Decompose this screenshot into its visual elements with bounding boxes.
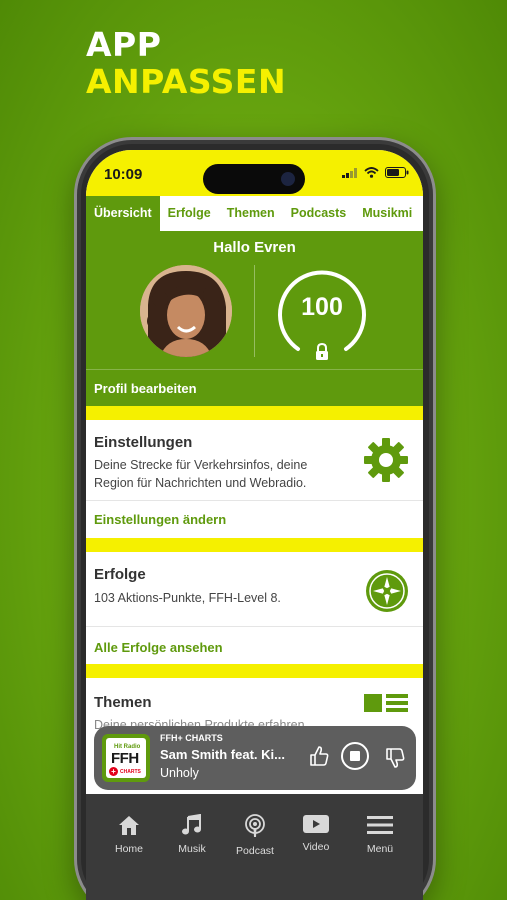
- headline-line-2: ANPASSEN: [86, 62, 287, 101]
- section-separator: [86, 406, 423, 420]
- promo-headline: APP ANPASSEN: [86, 26, 286, 100]
- einstellungen-link[interactable]: Einstellungen ändern: [94, 512, 226, 527]
- camera-icon: [281, 172, 295, 186]
- compass-star-icon: [366, 570, 408, 612]
- nav-label-podcast: Podcast: [236, 845, 274, 857]
- battery-icon: [385, 167, 409, 178]
- nav-label-menu: Menü: [366, 843, 394, 855]
- nav-podcast[interactable]: Podcast: [225, 814, 285, 857]
- phone-screen: 10:09 Übersicht Erfolge Themen Podcasts …: [86, 150, 423, 900]
- top-tab-bar: Übersicht Erfolge Themen Podcasts Musikm…: [86, 196, 423, 231]
- headline-line-1: APP: [86, 25, 162, 64]
- nav-label-video: Video: [302, 841, 330, 853]
- tab-musikmix[interactable]: Musikmi: [354, 196, 420, 231]
- card-divider: [86, 626, 423, 627]
- card-divider: [86, 500, 423, 501]
- thumbs-down-icon[interactable]: [384, 747, 406, 769]
- station-logo: Hit Radio FFH + CHARTS: [102, 734, 150, 782]
- section-separator: [86, 664, 423, 678]
- nav-musik[interactable]: Musik: [162, 813, 222, 855]
- card-title: Einstellungen: [94, 434, 193, 451]
- section-separator: [86, 538, 423, 552]
- tab-podcasts[interactable]: Podcasts: [283, 196, 355, 231]
- nav-video[interactable]: Video: [286, 814, 346, 853]
- menu-icon: [367, 816, 393, 834]
- tab-themen[interactable]: Themen: [219, 196, 283, 231]
- card-einstellungen[interactable]: Einstellungen Deine Strecke für Verkehrs…: [86, 420, 423, 538]
- plus-icon: +: [109, 767, 118, 776]
- profile-divider: [254, 265, 255, 357]
- profile-edit-row[interactable]: Profil bearbeiten: [86, 369, 423, 406]
- card-erfolge[interactable]: Erfolge 103 Aktions-Punkte, FFH-Level 8.…: [86, 552, 423, 664]
- signal-icon: [342, 167, 357, 178]
- nav-menu[interactable]: Menü: [350, 814, 410, 855]
- music-note-icon: [182, 813, 201, 835]
- thumbs-up-icon[interactable]: [308, 745, 330, 767]
- status-bar: 10:09: [86, 150, 423, 196]
- nav-label-musik: Musik: [178, 843, 206, 855]
- card-description: 103 Aktions-Punkte, FFH-Level 8.: [94, 591, 281, 605]
- list-icon: [364, 694, 408, 712]
- tab-erfolge[interactable]: Erfolge: [160, 196, 219, 231]
- wifi-icon: [364, 167, 379, 178]
- logo-sub-text: CHARTS: [120, 769, 141, 775]
- status-time: 10:09: [104, 166, 143, 183]
- tab-uebersicht[interactable]: Übersicht: [86, 196, 160, 231]
- gear-icon: [364, 438, 408, 482]
- avatar[interactable]: [140, 265, 232, 357]
- player-artist: Sam Smith feat. Ki...: [160, 747, 285, 762]
- player-station: FFH+ CHARTS: [160, 733, 223, 743]
- card-title: Themen: [94, 694, 152, 711]
- card-description: Deine Strecke für Verkehrsinfos, deine R…: [94, 458, 308, 490]
- bottom-nav: Home Musik Podcast Video Menü: [86, 794, 423, 900]
- logo-main-text: FFH: [111, 750, 139, 767]
- profile-header: Hallo Evren 100 Profil bearbeiten: [86, 231, 423, 406]
- dynamic-island: [203, 164, 305, 194]
- lock-icon: [316, 343, 328, 360]
- level-number: 100: [301, 293, 343, 321]
- stop-button[interactable]: [340, 741, 370, 771]
- video-icon: [303, 815, 329, 833]
- player-song: Unholy: [160, 766, 199, 780]
- erfolge-link[interactable]: Alle Erfolge ansehen: [94, 640, 223, 655]
- greeting: Hallo Evren: [213, 239, 296, 256]
- nav-home[interactable]: Home: [99, 814, 159, 855]
- card-title: Erfolge: [94, 566, 146, 583]
- mini-player[interactable]: Hit Radio FFH + CHARTS FFH+ CHARTS Sam S…: [94, 726, 416, 790]
- home-icon: [119, 816, 139, 835]
- nav-label-home: Home: [114, 843, 143, 855]
- podcast-icon: [245, 814, 265, 837]
- profile-edit-link[interactable]: Profil bearbeiten: [94, 381, 197, 396]
